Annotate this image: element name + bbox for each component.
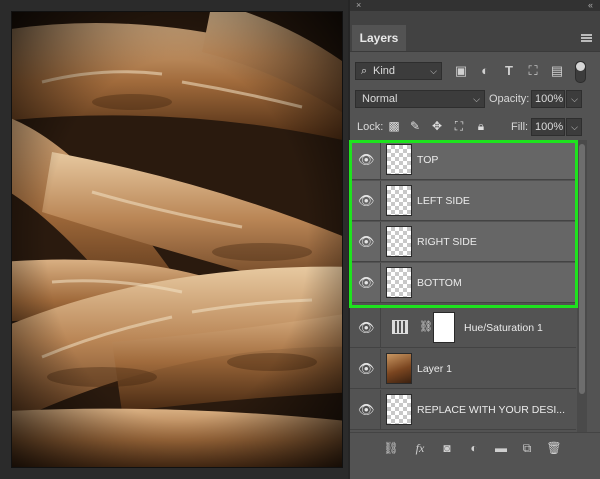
kind-label: Kind	[373, 65, 396, 77]
new-layer-icon[interactable]: ⧉	[519, 441, 535, 455]
layers-panel: × ‹‹ Layers ⌕ Kind ⌵ ▣ ◐ T ⛶ ▤ Normal ⌵ …	[350, 0, 600, 479]
layer-thumbnail	[386, 267, 412, 298]
divider	[380, 390, 381, 429]
opacity-dropdown[interactable]: ⌵	[566, 90, 582, 108]
lock-position-icon[interactable]: ✥	[430, 119, 444, 133]
collapse-icon[interactable]: ‹‹	[588, 0, 593, 11]
search-icon: ⌕	[361, 65, 368, 77]
lock-transparency-icon[interactable]: ▩	[387, 119, 401, 133]
type-filter-icon[interactable]: T	[501, 63, 517, 79]
fill-label: Fill:	[511, 121, 529, 133]
divider	[380, 181, 381, 220]
baguette-photo[interactable]	[12, 12, 342, 467]
layer-row[interactable]: 👁︎ TOP	[350, 140, 576, 180]
hue-saturation-icon	[392, 320, 408, 334]
layer-name: Layer 1	[417, 363, 453, 375]
visibility-eye-icon[interactable]: 👁︎	[358, 321, 375, 335]
canvas-area	[0, 0, 348, 479]
layer-row[interactable]: 👁︎ Layer 1	[350, 349, 576, 389]
divider	[380, 263, 381, 302]
layer-name: TOP	[417, 154, 439, 166]
chain-link-icon[interactable]: ⛓︎	[419, 320, 433, 334]
close-icon[interactable]: ×	[356, 0, 361, 11]
layer-thumbnail	[386, 394, 412, 425]
tab-bar: Layers	[350, 11, 600, 52]
chevron-down-icon: ⌵	[571, 122, 578, 132]
link-layers-icon[interactable]: ⛓︎	[383, 441, 399, 455]
chevron-down-icon: ⌵	[571, 94, 578, 104]
layers-bottom-toolbar: ⛓︎ fx ◙ ◐ ▬ ⧉ 🗑︎	[350, 432, 600, 463]
layer-row[interactable]: 👁︎ RIGHT SIDE	[350, 222, 576, 262]
fx-icon[interactable]: fx	[412, 441, 428, 455]
fill-dropdown[interactable]: ⌵	[566, 118, 582, 136]
divider	[380, 222, 381, 261]
layer-name: RIGHT SIDE	[417, 236, 477, 248]
chevron-down-icon: ⌵	[473, 94, 480, 104]
opacity-input[interactable]: 100%	[531, 90, 565, 108]
add-mask-icon[interactable]: ◙	[439, 441, 455, 455]
chevron-down-icon: ⌵	[430, 66, 437, 76]
layer-name: REPLACE WITH YOUR DESI...	[417, 404, 565, 416]
layer-row[interactable]: 👁︎ BOTTOM	[350, 263, 576, 303]
visibility-eye-icon[interactable]: 👁︎	[358, 235, 375, 249]
layer-thumbnail	[386, 144, 412, 175]
visibility-eye-icon[interactable]: 👁︎	[358, 153, 375, 167]
lock-artboard-icon[interactable]: ⛶	[452, 119, 466, 133]
visibility-eye-icon[interactable]: 👁︎	[358, 362, 375, 376]
layer-name: BOTTOM	[417, 277, 462, 289]
fill-value: 100%	[535, 121, 564, 133]
filter-toggle-icon[interactable]	[575, 61, 586, 83]
layer-image-thumbnail	[386, 353, 412, 384]
layer-name: LEFT SIDE	[417, 195, 470, 207]
lock-label: Lock:	[357, 121, 384, 133]
scrollbar-thumb[interactable]	[579, 144, 585, 394]
layers-list: 👁︎ TOP 👁︎ LEFT SIDE 👁︎ RIGHT SIDE 👁︎ BOT…	[350, 140, 576, 432]
divider	[380, 308, 381, 347]
visibility-eye-icon[interactable]: 👁︎	[358, 403, 375, 417]
layers-scrollbar[interactable]	[577, 140, 587, 432]
blend-mode-value: Normal	[362, 93, 398, 105]
new-group-icon[interactable]: ▬	[493, 441, 509, 455]
divider	[380, 349, 381, 388]
lock-pixels-icon[interactable]: ✎	[408, 119, 422, 133]
layer-mask-thumbnail[interactable]	[433, 312, 455, 343]
fill-input[interactable]: 100%	[531, 118, 565, 136]
layer-row[interactable]: 👁︎ REPLACE WITH YOUR DESI...	[350, 390, 576, 430]
lock-all-icon[interactable]: 🔒︎	[474, 119, 488, 133]
baguette-image	[12, 12, 342, 467]
visibility-eye-icon[interactable]: 👁︎	[358, 276, 375, 290]
layer-row[interactable]: 👁︎ LEFT SIDE	[350, 181, 576, 221]
visibility-eye-icon[interactable]: 👁︎	[358, 194, 375, 208]
opacity-label: Opacity:	[489, 93, 530, 105]
tab-layers[interactable]: Layers	[352, 25, 406, 51]
layer-row[interactable]: 👁︎ ⛓︎ Hue/Saturation 1	[350, 308, 576, 348]
divider	[380, 140, 381, 179]
layer-thumbnail	[386, 185, 412, 216]
panel-titlebar: × ‹‹	[350, 0, 600, 11]
panel-menu-icon[interactable]	[581, 34, 592, 42]
opacity-value: 100%	[535, 93, 564, 105]
adjustment-filter-icon[interactable]: ◐	[477, 63, 493, 79]
smart-object-filter-icon[interactable]: ▤	[549, 63, 565, 79]
new-adjustment-icon[interactable]: ◐	[466, 441, 482, 455]
image-filter-icon[interactable]: ▣	[453, 63, 469, 79]
delete-layer-icon[interactable]: 🗑︎	[546, 441, 562, 455]
layer-thumbnail	[386, 226, 412, 257]
kind-filter-select[interactable]: ⌕ Kind ⌵	[355, 62, 442, 80]
blend-mode-select[interactable]: Normal ⌵	[355, 90, 485, 108]
layer-name: Hue/Saturation 1	[464, 322, 543, 334]
shape-filter-icon[interactable]: ⛶	[525, 63, 541, 79]
panel-footer	[350, 462, 600, 479]
